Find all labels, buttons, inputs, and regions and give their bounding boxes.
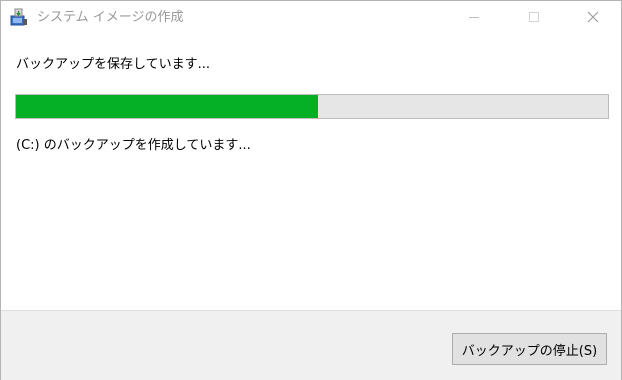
minimize-button[interactable]: [451, 1, 497, 33]
dialog-footer: バックアップの停止(S): [1, 310, 621, 380]
close-icon: [587, 11, 599, 23]
backup-dialog-window: システム イメージの作成 バックアップを保存しています... (C:) のバック…: [0, 0, 622, 380]
backup-status-label: バックアップを保存しています...: [16, 57, 211, 72]
maximize-icon: [528, 11, 540, 23]
minimize-icon: [468, 11, 480, 23]
system-image-backup-icon: [10, 8, 28, 26]
stop-backup-button[interactable]: バックアップの停止(S): [452, 333, 607, 365]
window-title: システム イメージの作成: [37, 10, 184, 25]
close-button[interactable]: [570, 1, 616, 33]
backup-detail-text: (C:) のバックアップを作成しています...: [16, 138, 251, 153]
backup-progress-bar: [15, 94, 609, 119]
maximize-button[interactable]: [511, 1, 557, 33]
progress-bar-fill: [16, 95, 318, 118]
title-bar[interactable]: システム イメージの作成: [1, 1, 621, 35]
